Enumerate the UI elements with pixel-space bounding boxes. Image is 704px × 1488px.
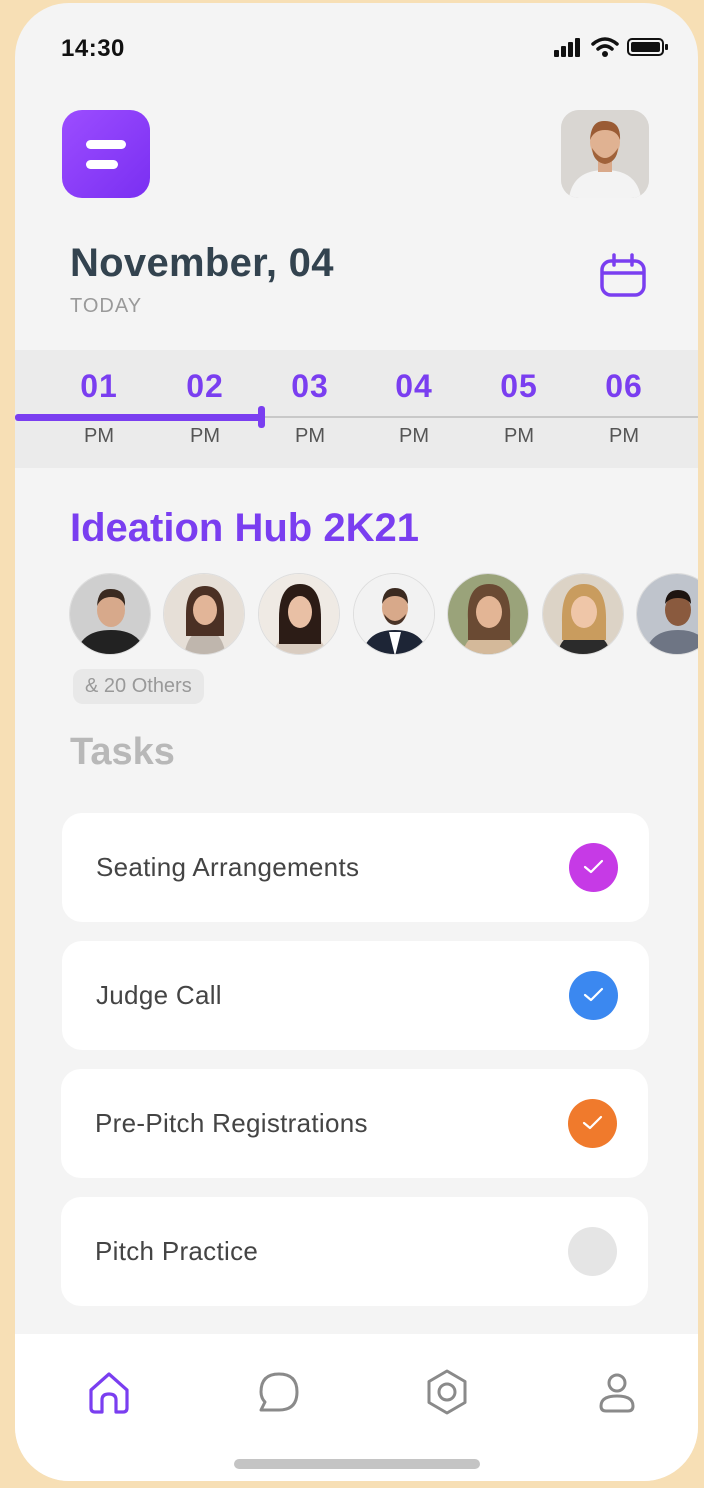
attendee-avatar[interactable]	[542, 573, 624, 655]
hour-timeline[interactable]: 01 PM 02 PM 03 PM 04 PM 05 PM 06 PM	[15, 350, 698, 468]
date-title: November, 04	[70, 241, 334, 285]
hour-ampm: PM	[609, 425, 639, 447]
attendee-avatar[interactable]	[447, 573, 529, 655]
task-checkbox[interactable]	[569, 843, 618, 892]
tasks-heading: Tasks	[70, 731, 175, 773]
check-icon	[583, 859, 604, 874]
timeline-hour[interactable]: 02 PM	[165, 368, 245, 448]
task-checkbox[interactable]	[569, 971, 618, 1020]
profile-icon[interactable]	[593, 1368, 641, 1416]
hour-number: 05	[500, 368, 538, 404]
status-time: 14:30	[61, 35, 125, 62]
check-icon	[583, 987, 604, 1002]
task-checkbox[interactable]	[568, 1099, 617, 1148]
timeline-hour[interactable]: 01 PM	[59, 368, 139, 448]
timeline-hour[interactable]: 04 PM	[374, 368, 454, 448]
avatar-image	[561, 110, 649, 198]
wifi-icon	[591, 37, 619, 57]
others-count-badge[interactable]: & 20 Others	[73, 669, 204, 704]
signal-icon	[554, 38, 580, 57]
bottom-nav	[15, 1334, 698, 1481]
task-label: Pitch Practice	[95, 1236, 259, 1266]
task-card[interactable]: Judge Call	[62, 941, 649, 1050]
timeline-hour[interactable]: 03 PM	[270, 368, 350, 448]
calendar-icon[interactable]	[599, 253, 647, 299]
event-title: Ideation Hub 2K21	[70, 506, 419, 550]
date-subtitle: TODAY	[70, 295, 143, 317]
timeline-handle[interactable]	[257, 406, 265, 428]
task-card[interactable]: Seating Arrangements	[62, 813, 649, 922]
hour-number: 02	[186, 368, 224, 404]
hour-ampm: PM	[504, 425, 534, 447]
phone-screen: 14:30 November, 04 TODAY 01 PM 02 PM 03 …	[15, 3, 698, 1481]
task-card[interactable]: Pre-Pitch Registrations	[61, 1069, 648, 1178]
task-card[interactable]: Pitch Practice	[61, 1197, 648, 1306]
home-icon[interactable]	[85, 1368, 133, 1416]
task-checkbox[interactable]	[568, 1227, 617, 1276]
home-indicator[interactable]	[234, 1459, 480, 1469]
hour-ampm: PM	[295, 425, 325, 447]
menu-line	[86, 140, 126, 149]
attendee-avatar[interactable]	[258, 573, 340, 655]
user-avatar[interactable]	[561, 110, 649, 198]
attendee-avatar[interactable]	[353, 573, 435, 655]
hour-number: 03	[291, 368, 329, 404]
timeline-hour[interactable]: 06 PM	[584, 368, 664, 448]
hour-number: 06	[605, 368, 643, 404]
settings-icon[interactable]	[423, 1368, 471, 1416]
hour-ampm: PM	[190, 425, 220, 447]
attendee-avatar[interactable]	[163, 573, 245, 655]
timeline-hour[interactable]: 05 PM	[479, 368, 559, 448]
hour-number: 01	[80, 368, 118, 404]
hour-ampm: PM	[84, 425, 114, 447]
check-icon	[582, 1115, 603, 1130]
chat-icon[interactable]	[255, 1368, 303, 1416]
status-icons	[553, 37, 669, 57]
attendee-avatar[interactable]	[636, 573, 698, 655]
menu-line	[86, 160, 118, 169]
menu-button[interactable]	[62, 110, 150, 198]
battery-icon	[627, 38, 668, 56]
attendee-avatar[interactable]	[69, 573, 151, 655]
hour-number: 04	[395, 368, 433, 404]
task-label: Seating Arrangements	[96, 852, 360, 882]
hour-ampm: PM	[399, 425, 429, 447]
attendee-list	[69, 573, 698, 657]
task-label: Pre-Pitch Registrations	[95, 1108, 368, 1138]
task-label: Judge Call	[96, 980, 222, 1010]
